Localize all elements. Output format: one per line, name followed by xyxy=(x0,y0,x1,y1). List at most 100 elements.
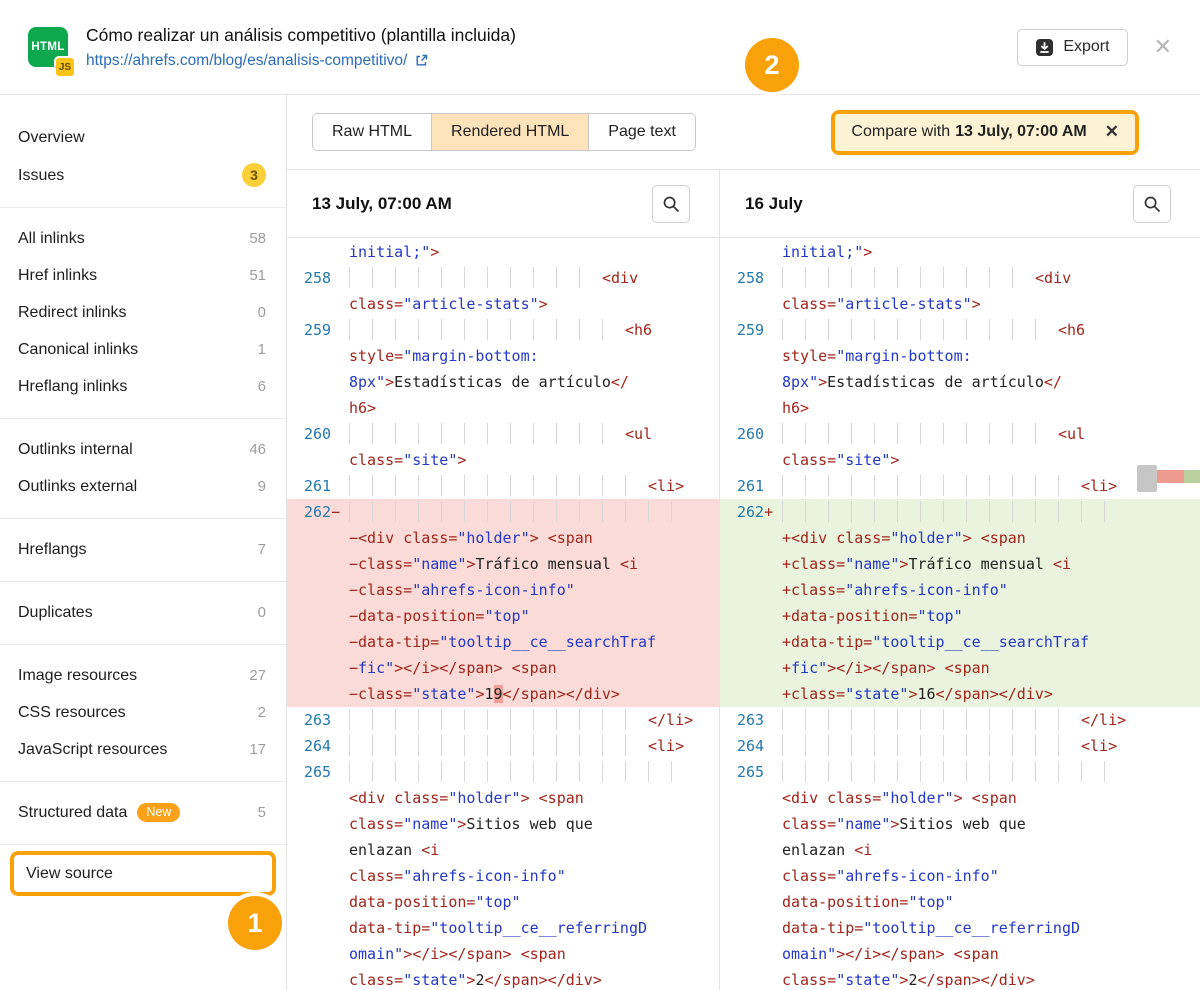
indent-guide xyxy=(441,499,464,525)
tab-page-text[interactable]: Page text xyxy=(589,114,695,150)
indent-guide xyxy=(395,707,418,733)
sidebar-item-all-inlinks[interactable]: All inlinks58 xyxy=(0,220,286,257)
compare-bar[interactable]: Compare with 13 July, 07:00 AM ✕ xyxy=(835,114,1135,151)
indent-guide xyxy=(828,707,851,733)
indent-guide xyxy=(487,733,510,759)
new-badge: New xyxy=(137,803,180,822)
diff-marker-added xyxy=(1184,470,1200,483)
indent-guide xyxy=(372,473,395,499)
diff-marker-removed xyxy=(1157,470,1184,483)
indent-guide xyxy=(782,473,805,499)
sidebar-item-count: 27 xyxy=(249,664,266,687)
indent-guide xyxy=(464,317,487,343)
sidebar-item-duplicates[interactable]: Duplicates0 xyxy=(0,594,286,631)
code-row: h6> xyxy=(720,395,1200,421)
indent-guide xyxy=(805,265,828,291)
indent-guide xyxy=(966,473,989,499)
indent-guide xyxy=(1012,265,1035,291)
compare-highlight-box: Compare with 13 July, 07:00 AM ✕ xyxy=(831,110,1139,155)
sidebar-item-view-source[interactable]: View source xyxy=(14,855,272,892)
indent-guide xyxy=(874,759,897,785)
sidebar-item-javascript-resources[interactable]: JavaScript resources17 xyxy=(0,731,286,768)
view-source-highlight-box: View source xyxy=(10,851,276,896)
sidebar-item-outlinks-internal[interactable]: Outlinks internal46 xyxy=(0,431,286,468)
sidebar-item-count: 6 xyxy=(258,375,266,398)
sidebar-item-issues[interactable]: Issues3 xyxy=(0,156,286,194)
search-button-left[interactable] xyxy=(652,185,690,223)
indent-guide xyxy=(1104,759,1127,785)
indent-guide xyxy=(782,759,805,785)
code-row: class="name">Sitios web que xyxy=(287,811,719,837)
code-row: class="site"> xyxy=(287,447,719,473)
sidebar-item-label: Canonical inlinks xyxy=(18,338,138,361)
indent-guide xyxy=(920,499,943,525)
indent-guide xyxy=(1058,733,1081,759)
sidebar-item-hreflangs[interactable]: Hreflangs7 xyxy=(0,531,286,568)
indent-guide xyxy=(1058,759,1081,785)
sidebar-item-href-inlinks[interactable]: Href inlinks51 xyxy=(0,257,286,294)
indent-guide xyxy=(602,317,625,343)
indent-guide xyxy=(805,759,828,785)
html-js-file-icon: HTML JS xyxy=(28,27,70,67)
indent-guide xyxy=(1035,707,1058,733)
indent-guide xyxy=(625,707,648,733)
code-row: initial;"> xyxy=(720,239,1200,265)
indent-guide xyxy=(828,317,851,343)
indent-guide xyxy=(418,707,441,733)
indent-guide xyxy=(1058,499,1081,525)
code-row: <div class="holder"> <span xyxy=(287,785,719,811)
indent-guide xyxy=(579,759,602,785)
code-row: −<div class="holder"> <span xyxy=(287,525,719,551)
code-row: 261<li> xyxy=(287,473,719,499)
pane-left-13-july: 13 July, 07:00 AM initial;">258<divclass… xyxy=(287,170,720,990)
indent-guide xyxy=(556,421,579,447)
code-row: +class="state">16</span></div> xyxy=(720,681,1200,707)
indent-guide xyxy=(920,317,943,343)
search-button-right[interactable] xyxy=(1133,185,1171,223)
indent-guide xyxy=(372,499,395,525)
code-row: class="state">2</span></div> xyxy=(287,967,719,990)
page-url-link[interactable]: https://ahrefs.com/blog/es/analisis-comp… xyxy=(86,52,516,70)
indent-guide xyxy=(349,317,372,343)
indent-guide xyxy=(533,473,556,499)
indent-guide xyxy=(349,499,372,525)
close-icon[interactable]: ✕ xyxy=(1154,36,1172,58)
sidebar-item-css-resources[interactable]: CSS resources2 xyxy=(0,694,286,731)
indent-guide xyxy=(533,707,556,733)
sidebar-item-hreflang-inlinks[interactable]: Hreflang inlinks6 xyxy=(0,368,286,405)
tab-rendered-html[interactable]: Rendered HTML xyxy=(432,114,589,150)
code-row: +<div class="holder"> <span xyxy=(720,525,1200,551)
indent-guide xyxy=(441,265,464,291)
indent-guide xyxy=(556,317,579,343)
sidebar-item-image-resources[interactable]: Image resources27 xyxy=(0,657,286,694)
sidebar-item-canonical-inlinks[interactable]: Canonical inlinks1 xyxy=(0,331,286,368)
indent-guide xyxy=(966,421,989,447)
sidebar-item-label: All inlinks xyxy=(18,227,85,250)
indent-guide xyxy=(372,421,395,447)
compare-close-icon[interactable]: ✕ xyxy=(1105,122,1119,142)
content: OverviewIssues3 All inlinks58Href inlinks… xyxy=(0,95,1200,990)
indent-guide xyxy=(487,473,510,499)
sidebar-item-structured-data[interactable]: Structured dataNew5 xyxy=(0,794,286,831)
code-row: class="site"> xyxy=(720,447,1200,473)
indent-guide xyxy=(943,733,966,759)
scrollbar-thumb[interactable] xyxy=(1137,465,1157,492)
export-button[interactable]: Export xyxy=(1017,29,1127,66)
tab-raw-html[interactable]: Raw HTML xyxy=(313,114,432,150)
indent-guide xyxy=(372,317,395,343)
code-row: +fic"></i></span> <span xyxy=(720,655,1200,681)
sidebar-item-redirect-inlinks[interactable]: Redirect inlinks0 xyxy=(0,294,286,331)
indent-guide xyxy=(441,707,464,733)
sidebar-item-outlinks-external[interactable]: Outlinks external9 xyxy=(0,468,286,505)
indent-guide xyxy=(851,473,874,499)
indent-guide xyxy=(395,499,418,525)
indent-guide xyxy=(533,317,556,343)
sidebar-item-overview[interactable]: Overview xyxy=(0,119,286,156)
indent-guide xyxy=(1104,499,1127,525)
code-row: 260<ul xyxy=(720,421,1200,447)
indent-guide xyxy=(395,473,418,499)
indent-guide xyxy=(418,421,441,447)
indent-guide xyxy=(487,265,510,291)
indent-guide xyxy=(579,733,602,759)
code-row: class="name">Sitios web que xyxy=(720,811,1200,837)
